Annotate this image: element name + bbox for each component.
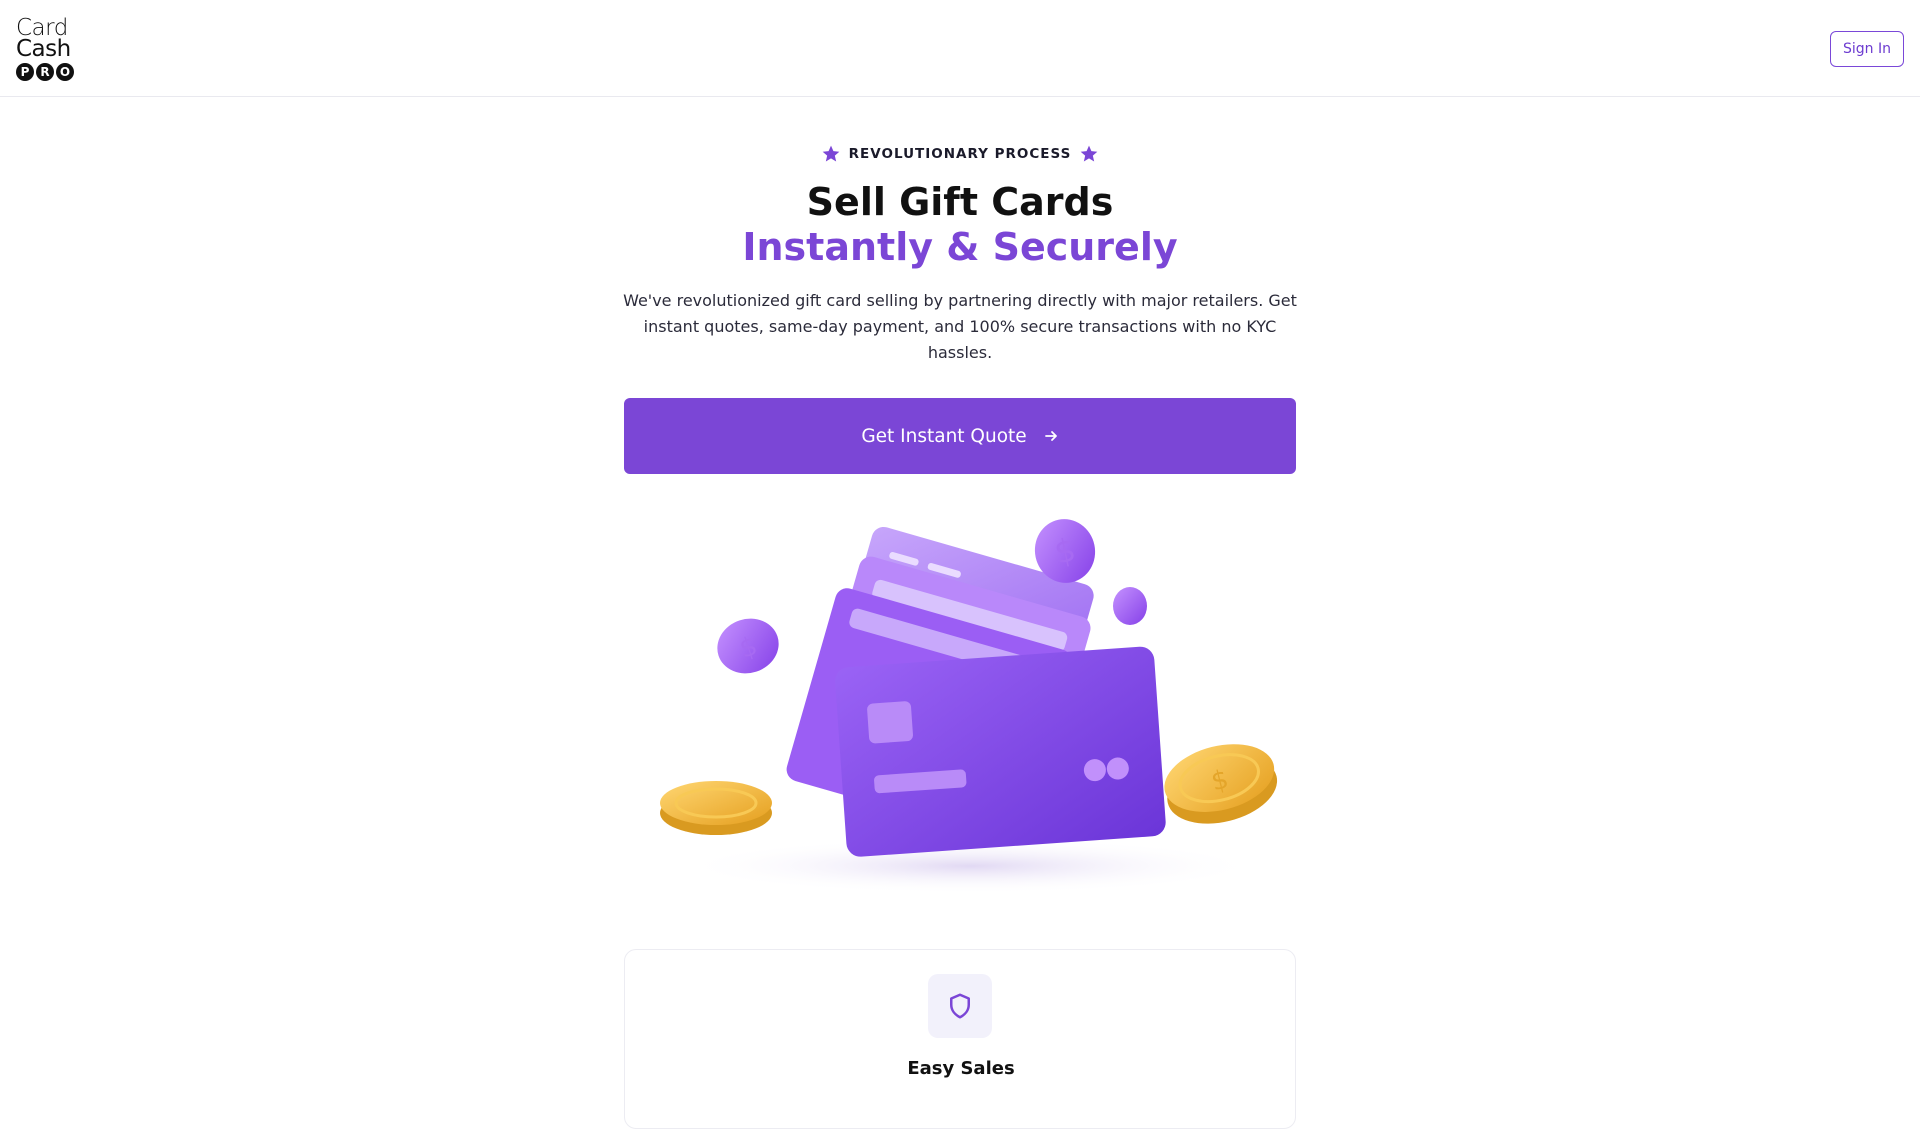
star-icon xyxy=(822,145,839,162)
logo-pro-letter: R xyxy=(36,63,54,81)
hero-description: We've revolutionized gift card selling b… xyxy=(623,291,1297,362)
feature-title: Easy Sales xyxy=(907,1058,1015,1079)
purple-coin-small xyxy=(1113,587,1147,625)
hero-title: Sell Gift Cards Instantly & Securely xyxy=(0,180,1920,270)
cta-label: Get Instant Quote xyxy=(861,425,1027,447)
cardcash-pro-logo[interactable]: Card Cash P R O xyxy=(16,17,76,81)
sign-in-button[interactable]: Sign In xyxy=(1830,31,1904,67)
logo-pro-badge: P R O xyxy=(16,63,76,81)
top-header: Card Cash P R O Sign In xyxy=(0,0,1920,97)
logo-pro-letter: P xyxy=(16,63,34,81)
hero-title-line1: Sell Gift Cards xyxy=(806,180,1114,224)
gold-coin-right: $ xyxy=(1164,744,1278,824)
arrow-right-icon xyxy=(1044,431,1057,441)
gold-coin-left xyxy=(660,781,772,835)
logo-text-cash: Cash xyxy=(16,36,71,62)
hero-eyebrow: REVOLUTIONARY PROCESS xyxy=(0,144,1920,164)
star-icon xyxy=(1081,145,1098,162)
feature-card-easy-sales: Easy Sales xyxy=(624,949,1296,1129)
feature-icon-container xyxy=(928,974,992,1038)
get-instant-quote-button[interactable]: Get Instant Quote xyxy=(624,398,1296,474)
gift-card-front xyxy=(835,646,1166,857)
eyebrow-text: REVOLUTIONARY PROCESS xyxy=(848,146,1072,162)
logo-pro-letter: O xyxy=(56,63,74,81)
purple-coin-left: $ xyxy=(717,618,779,674)
shield-icon xyxy=(950,993,970,1019)
gift-cards-and-coins-illustration: $ $ $ xyxy=(660,519,1278,894)
hero-title-line2: Instantly & Securely xyxy=(742,225,1178,269)
